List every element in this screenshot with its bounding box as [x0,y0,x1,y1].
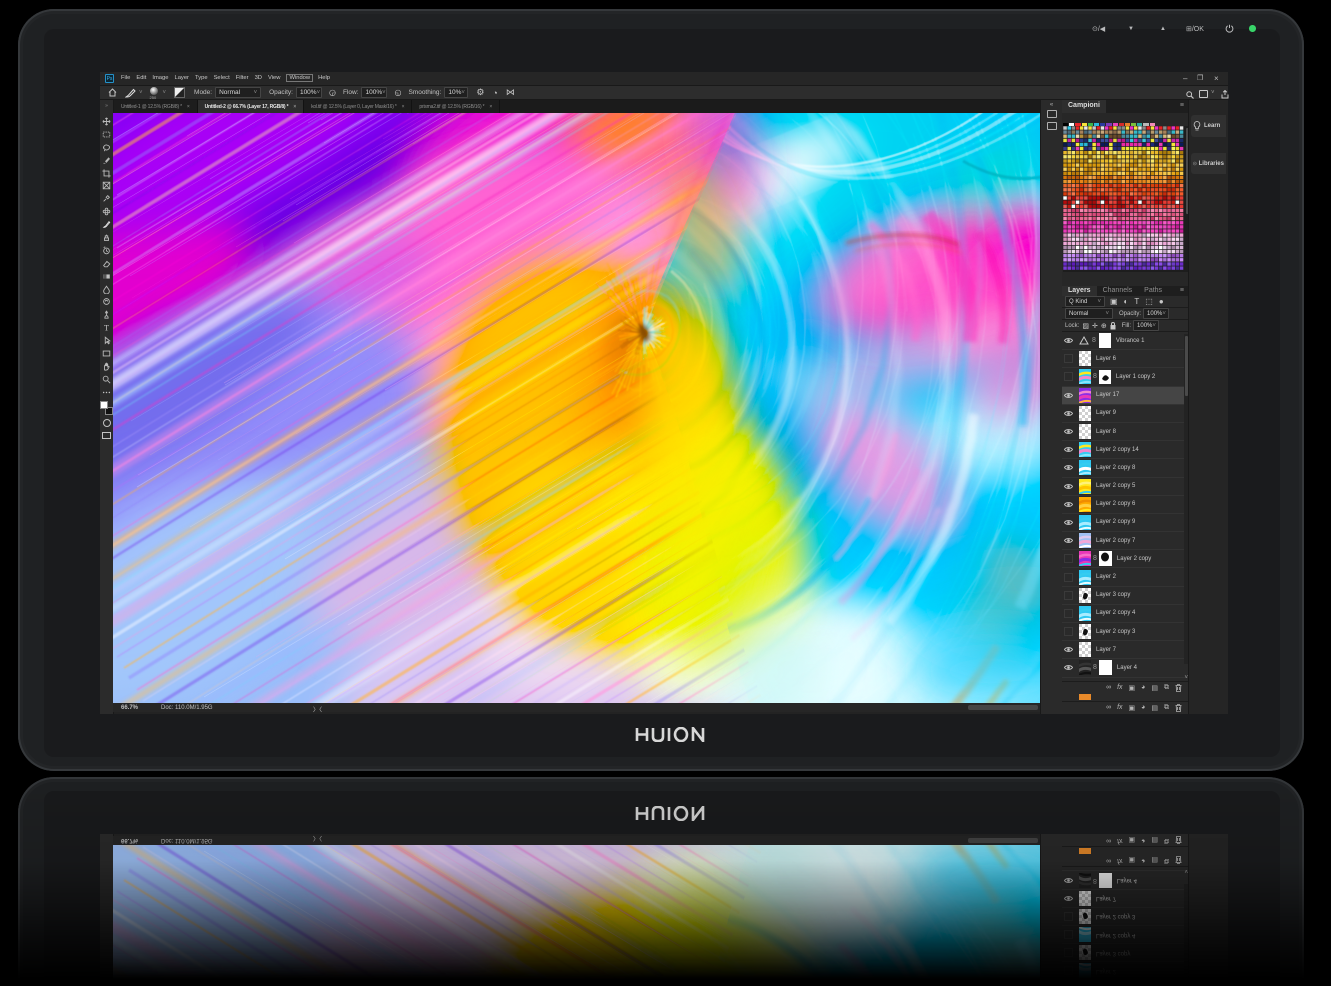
svg-text:T: T [104,324,109,333]
svg-text:∞: ∞ [1194,163,1196,165]
